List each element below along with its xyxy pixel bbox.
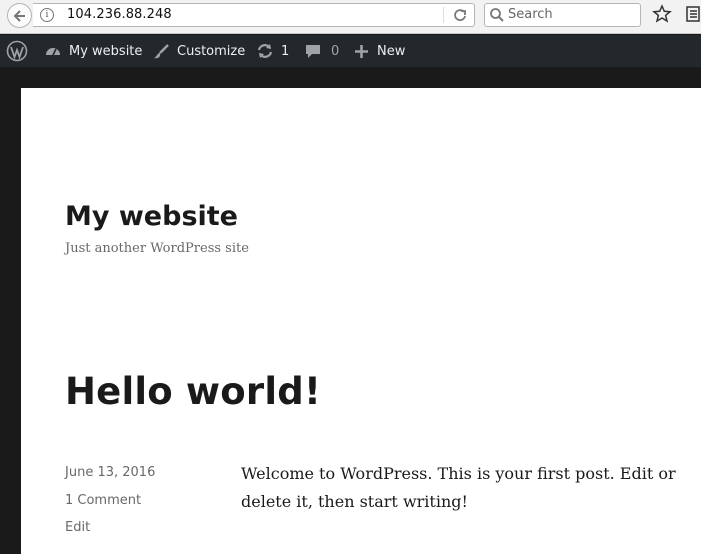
site-info-icon[interactable]: i: [40, 8, 54, 22]
back-arrow-icon: [13, 9, 25, 22]
bookmark-star-icon[interactable]: [652, 4, 672, 24]
library-icon[interactable]: [685, 6, 701, 22]
customize-label: Customize: [177, 43, 246, 59]
comments-count: 0: [331, 43, 340, 59]
admin-bar-customize[interactable]: Customize: [153, 35, 245, 67]
wordpress-logo-icon: [6, 40, 28, 62]
back-button[interactable]: [7, 3, 32, 28]
reload-button[interactable]: [451, 6, 469, 24]
post-comments-link[interactable]: 1 Comment: [65, 493, 141, 508]
search-icon: [490, 8, 504, 22]
wordpress-logo[interactable]: [6, 35, 28, 67]
updates-count: 1: [281, 43, 290, 59]
site-page: My website Just another WordPress site H…: [21, 88, 701, 554]
wp-admin-bar: My website Customize 1 0 New: [0, 35, 701, 67]
site-tagline: Just another WordPress site: [65, 241, 249, 256]
post-date[interactable]: June 13, 2016: [65, 465, 155, 480]
admin-bar-site-name[interactable]: My website: [44, 35, 142, 67]
dashboard-icon: [46, 48, 60, 56]
comment-bubble-icon: [306, 45, 320, 58]
post-edit-link[interactable]: Edit: [65, 520, 90, 535]
url-bar[interactable]: i 104.236.88.248: [33, 3, 475, 27]
post-title[interactable]: Hello world!: [65, 370, 321, 413]
new-label: New: [377, 43, 406, 59]
admin-bar-updates[interactable]: 1: [256, 35, 289, 67]
search-input[interactable]: Search: [484, 3, 641, 27]
site-name-label: My website: [69, 43, 143, 59]
updates-icon: [257, 44, 273, 58]
reload-icon: [454, 9, 466, 21]
url-text[interactable]: 104.236.88.248: [67, 7, 172, 22]
post-content: Welcome to WordPress. This is your first…: [241, 464, 676, 511]
admin-bar-comments[interactable]: 0: [304, 35, 339, 67]
admin-bar-new[interactable]: New: [354, 35, 405, 67]
plus-icon: [355, 44, 368, 58]
site-title[interactable]: My website: [65, 201, 238, 232]
url-divider: [443, 7, 444, 23]
browser-toolbar: i 104.236.88.248 Search: [0, 0, 701, 34]
search-placeholder: Search: [508, 7, 553, 22]
paintbrush-icon: [154, 43, 169, 58]
